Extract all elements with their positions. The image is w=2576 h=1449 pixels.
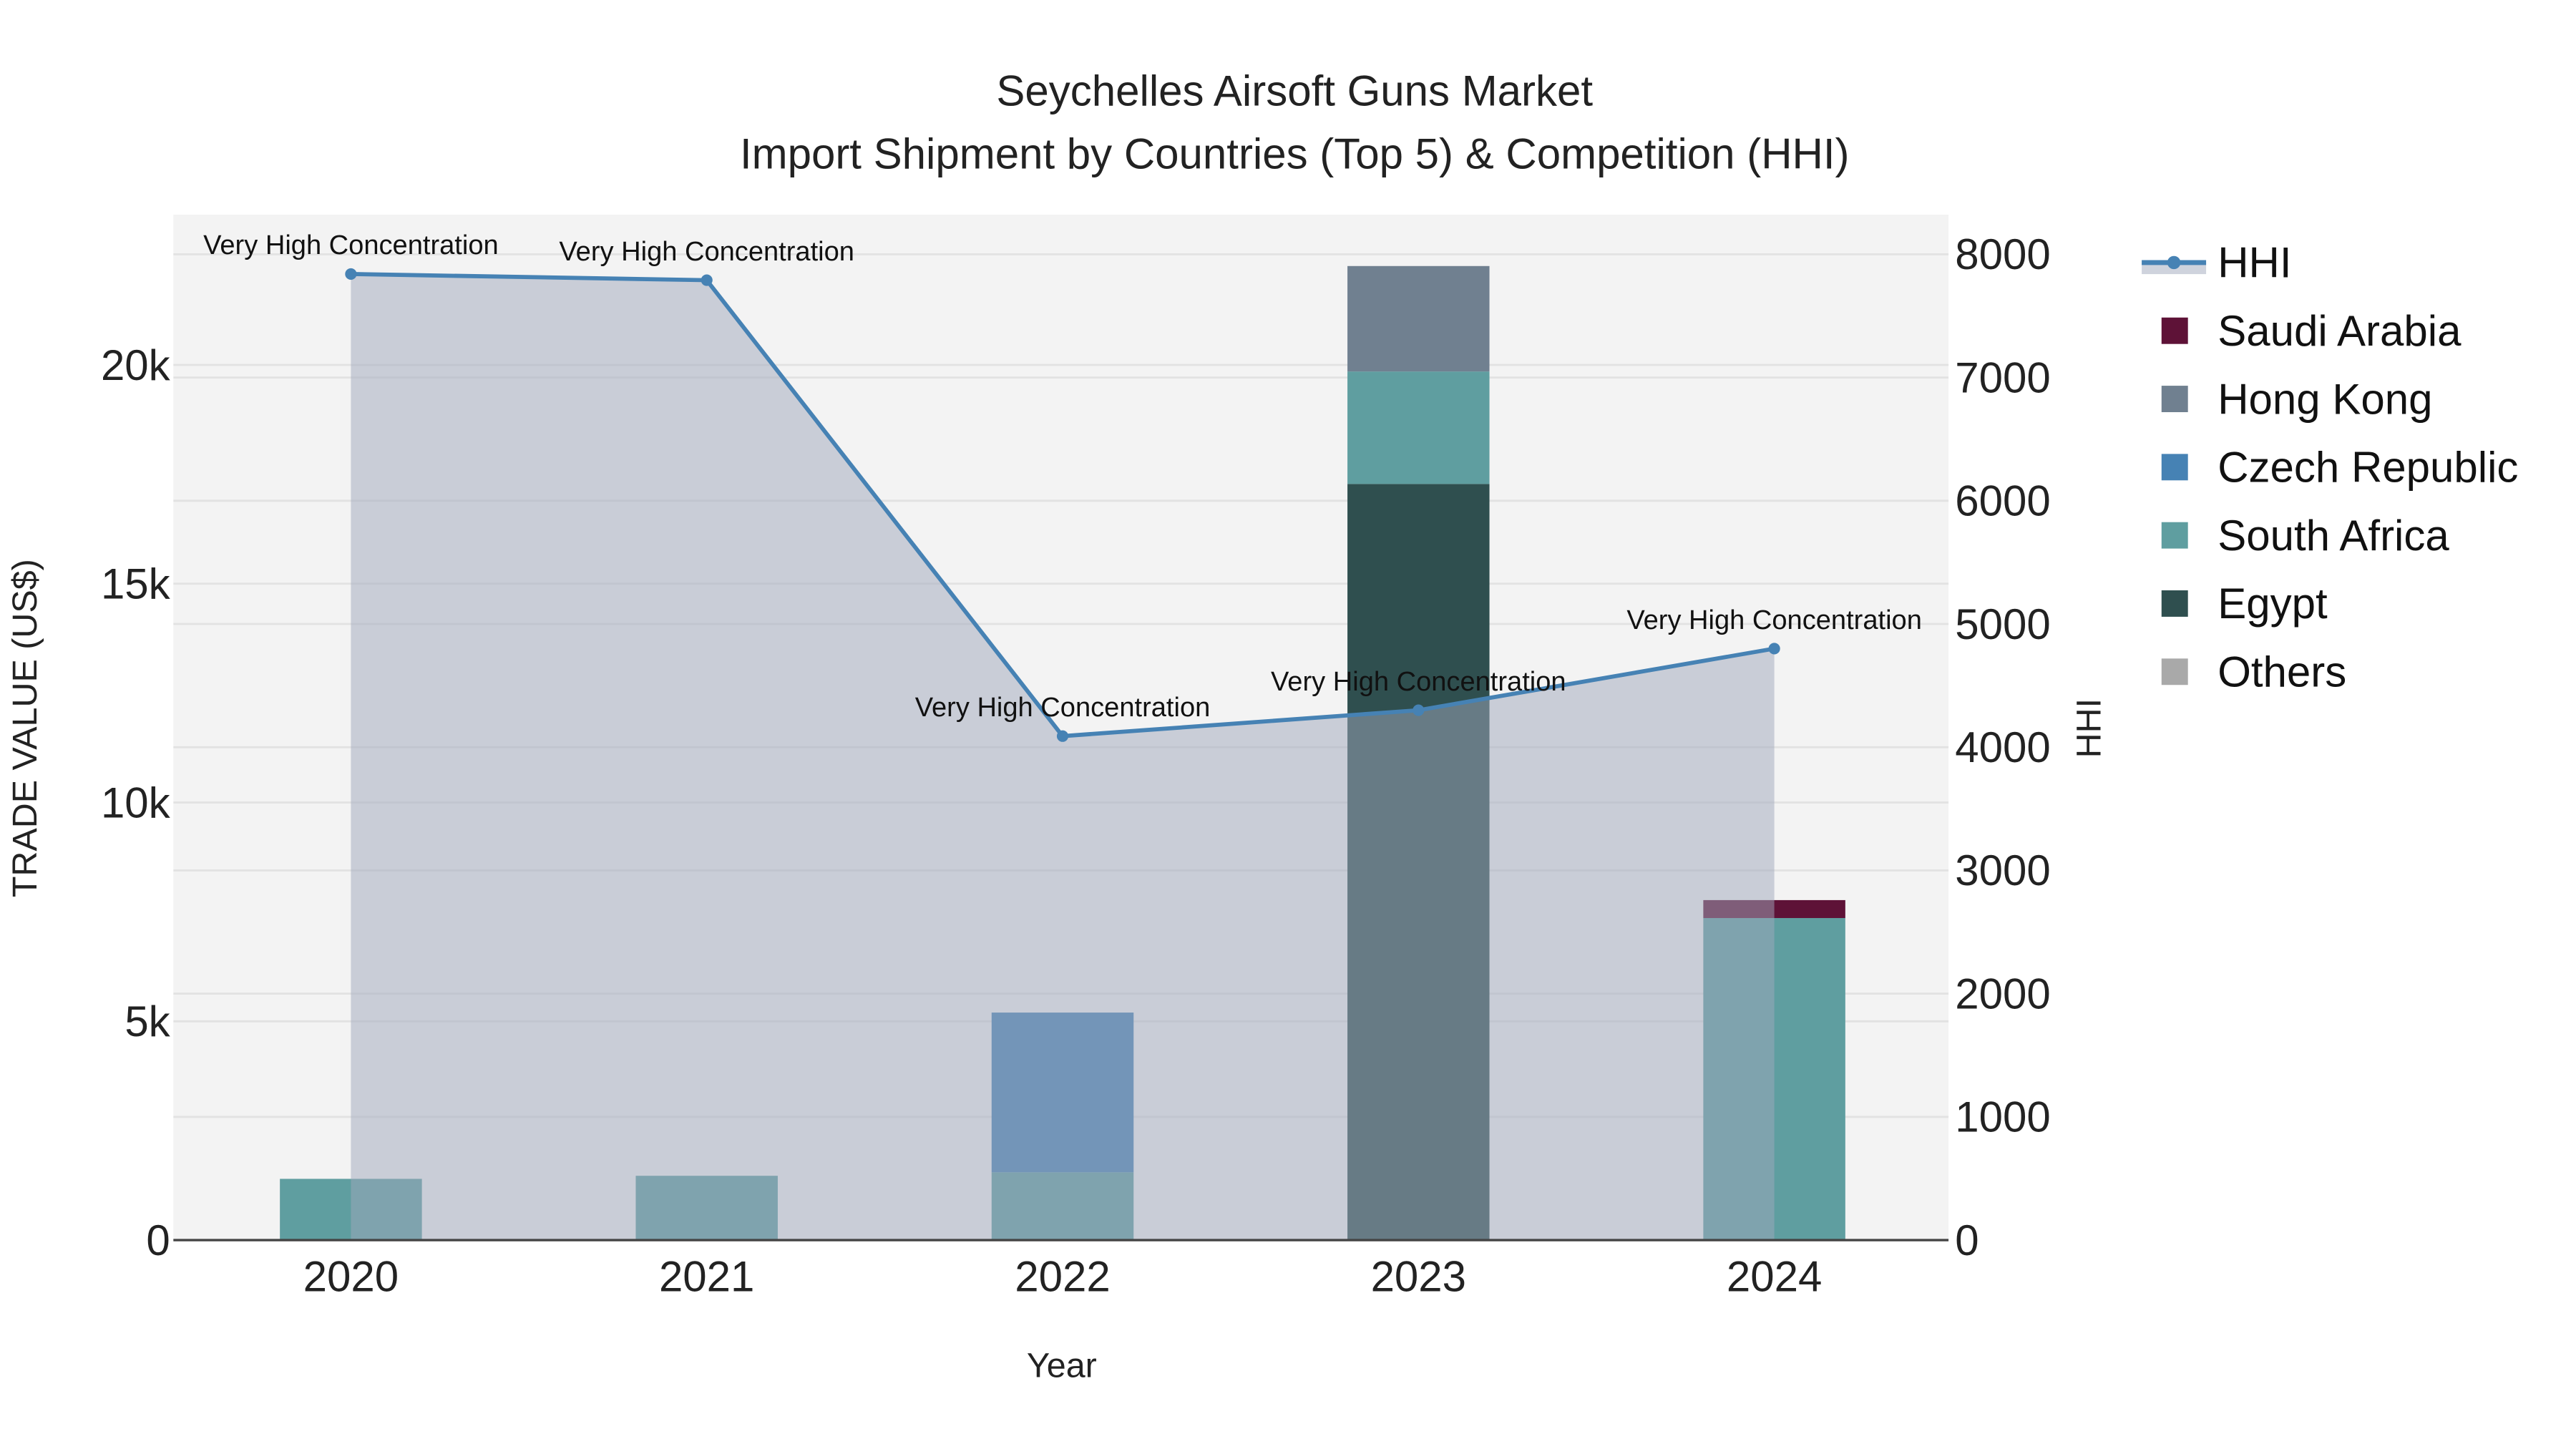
- x-tick-label: 2023: [1371, 1253, 1466, 1301]
- bar-south-africa-2023: [1347, 371, 1490, 484]
- x-axis-title: Year: [1027, 1347, 1097, 1385]
- y2-tick-label: 5000: [1955, 600, 2050, 648]
- y2-tick-label: 6000: [1955, 477, 2050, 525]
- legend: HHI Saudi Arabia Hong Kong Czech Republic So…: [2142, 239, 2518, 696]
- legend-label: Czech Republic: [2218, 444, 2518, 492]
- legend-label: South Africa: [2218, 512, 2449, 560]
- legend-swatch-hong-kong: [2161, 386, 2188, 412]
- y-tick-label: 15k: [101, 560, 171, 608]
- hhi-point-2021: [701, 274, 713, 286]
- y-tick-label: 20k: [101, 341, 171, 389]
- legend-label-hhi: HHI: [2218, 239, 2291, 287]
- hhi-annotation: Very High Concentration: [915, 693, 1211, 723]
- y-tick-label: 5k: [125, 997, 170, 1045]
- legend-label: Egypt: [2218, 580, 2328, 628]
- y2-axis-title: HHI: [2069, 698, 2108, 758]
- chart-title-line2: Import Shipment by Countries (Top 5) & C…: [740, 130, 1850, 177]
- legend-swatch-saudi-arabia: [2161, 317, 2188, 344]
- legend-swatch-egypt: [2161, 590, 2188, 617]
- hhi-point-2023: [1413, 704, 1425, 716]
- y2-tick-label: 0: [1955, 1216, 1979, 1264]
- y2-tick-label: 3000: [1955, 847, 2050, 894]
- y2-tick-label: 8000: [1955, 230, 2050, 278]
- y-tick-label: 10k: [101, 779, 171, 826]
- chart: Seychelles Airsoft Guns Market Import Sh…: [6, 67, 2519, 1385]
- legend-swatch-south-africa: [2161, 522, 2188, 549]
- hhi-point-2024: [1768, 643, 1780, 655]
- y2-tick-label: 4000: [1955, 723, 2050, 771]
- hhi-annotation: Very High Concentration: [1271, 667, 1566, 697]
- legend-hhi-marker-icon: [2167, 255, 2181, 270]
- bar-hong-kong-2023: [1347, 265, 1490, 372]
- hhi-point-2022: [1056, 730, 1069, 742]
- y-axis-title: TRADE VALUE (US$): [6, 559, 44, 897]
- x-tick-label: 2021: [659, 1253, 754, 1301]
- hhi-annotation: Very High Concentration: [559, 237, 854, 267]
- hhi-annotation: Very High Concentration: [203, 230, 499, 260]
- legend-label: Others: [2218, 648, 2346, 696]
- legend-label: Saudi Arabia: [2218, 307, 2462, 355]
- hhi-point-2020: [345, 268, 357, 280]
- legend-swatch-others: [2161, 658, 2188, 686]
- legend-label: Hong Kong: [2218, 375, 2432, 423]
- y2-tick-label: 2000: [1955, 970, 2050, 1018]
- chart-title-line1: Seychelles Airsoft Guns Market: [996, 67, 1593, 115]
- x-tick-label: 2024: [1727, 1253, 1822, 1301]
- y2-tick-label: 1000: [1955, 1093, 2050, 1141]
- y-tick-label: 0: [146, 1216, 170, 1264]
- x-tick-label: 2022: [1015, 1253, 1110, 1301]
- y2-tick-label: 7000: [1955, 353, 2050, 401]
- hhi-annotation: Very High Concentration: [1626, 605, 1922, 635]
- x-tick-label: 2020: [303, 1253, 399, 1301]
- legend-swatch-czech-republic: [2161, 454, 2188, 481]
